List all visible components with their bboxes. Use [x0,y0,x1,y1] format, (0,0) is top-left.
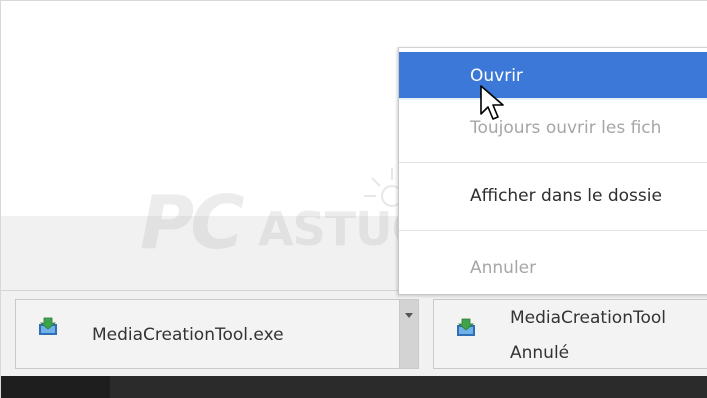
download-context-menu: Ouvrir Toujours ouvrir les fich Afficher… [398,47,707,295]
mouse-pointer-icon [480,85,504,120]
menu-separator [399,162,707,163]
download-menu-button[interactable] [400,299,419,369]
menu-item-always-open[interactable]: Toujours ouvrir les fich [399,106,707,150]
installer-file-icon [39,317,57,335]
download-status: Annulé [510,343,570,363]
chevron-down-icon [405,313,413,318]
highlight-underline [399,98,707,100]
menu-item-show-in-folder-label: Afficher dans le dossie [470,186,662,206]
installer-file-icon [457,318,475,336]
download-item-mediacreationtool-cancelled[interactable]: MediaCreationTool Annulé [433,299,707,369]
download-file-name: MediaCreationTool [510,308,667,328]
menu-item-show-in-folder[interactable]: Afficher dans le dossie [399,174,707,218]
taskbar-start-area[interactable] [0,376,110,398]
download-item-mediacreationtool[interactable]: MediaCreationTool.exe [15,299,400,369]
menu-item-cancel[interactable]: Annuler [399,246,707,290]
menu-item-cancel-label: Annuler [470,258,537,278]
download-file-name: MediaCreationTool.exe [92,325,284,345]
menu-item-open-label: Ouvrir [470,66,523,86]
menu-separator [399,230,707,231]
menu-item-open[interactable]: Ouvrir [399,52,707,100]
